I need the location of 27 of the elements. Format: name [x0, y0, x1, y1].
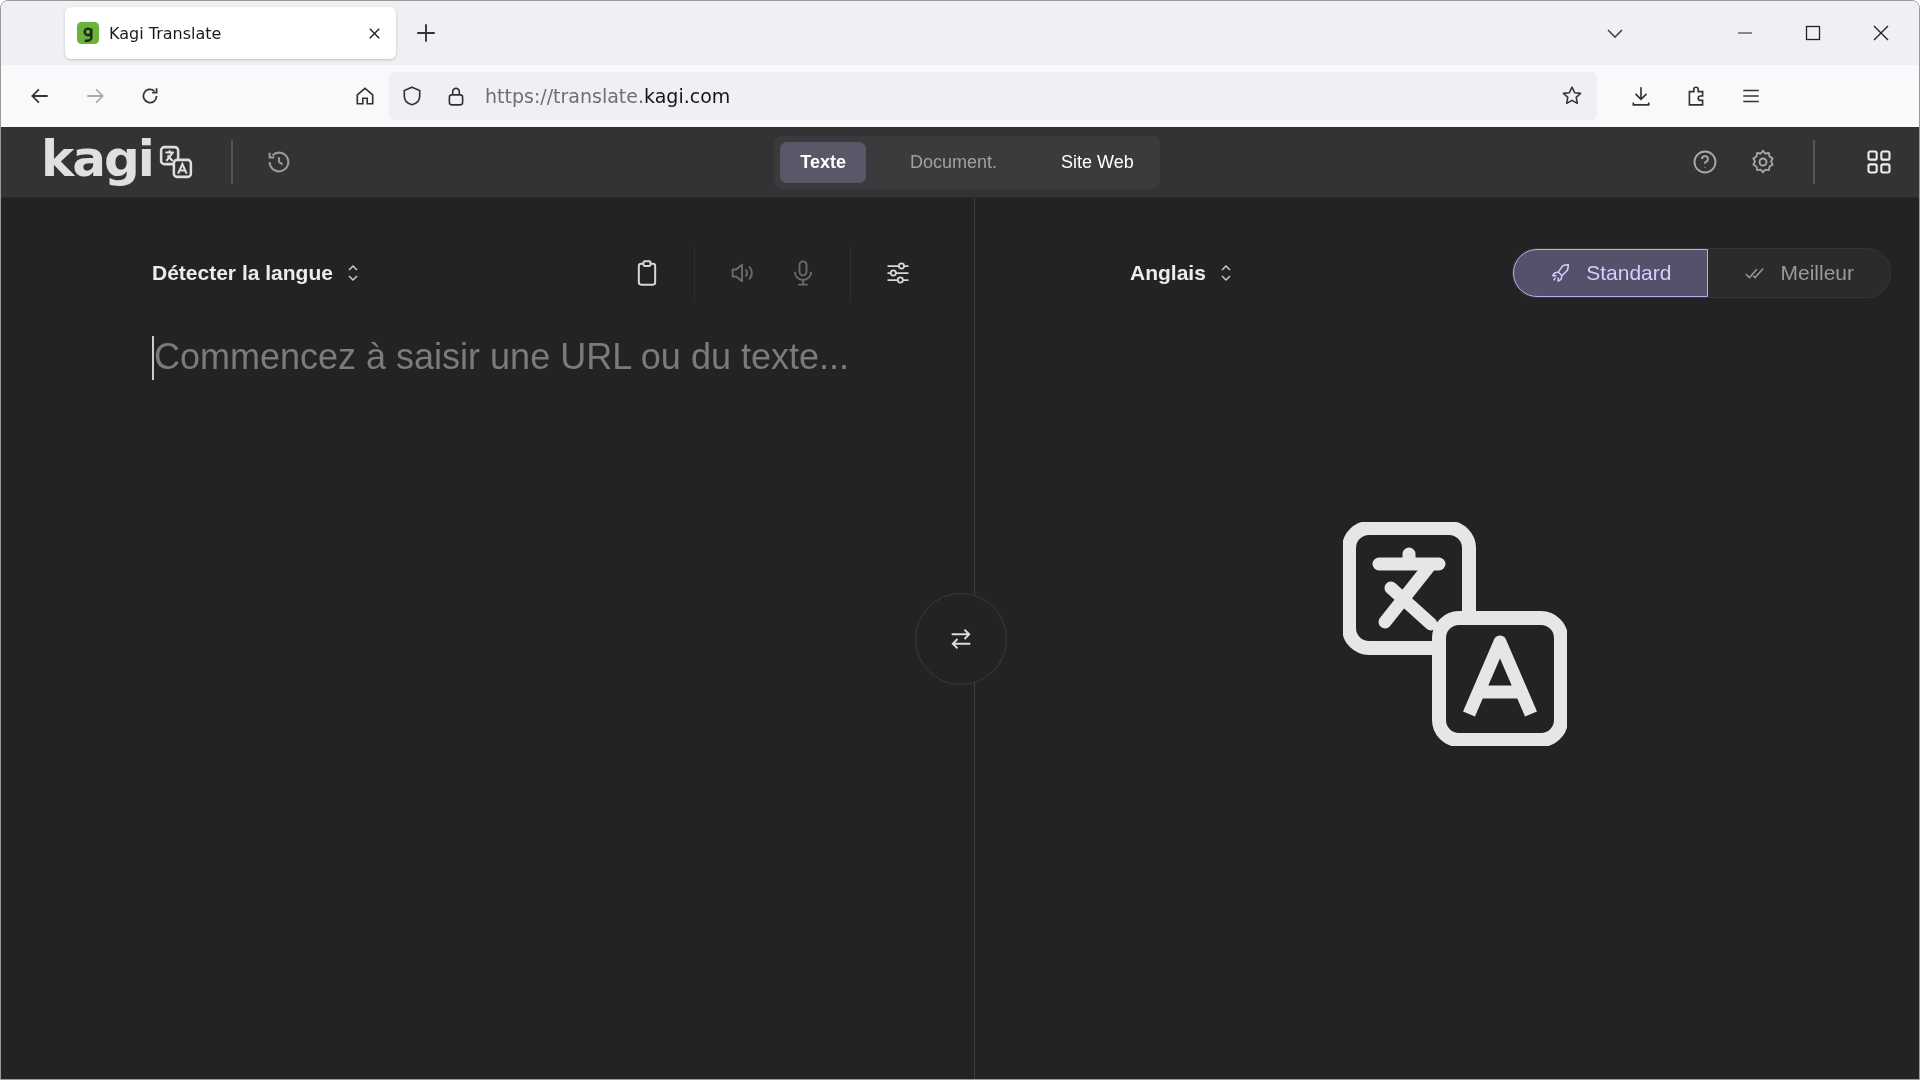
- help-icon[interactable]: [1691, 148, 1719, 176]
- close-icon[interactable]: [1871, 23, 1891, 43]
- star-icon[interactable]: [1561, 85, 1583, 107]
- source-text-field[interactable]: Commencez à saisir une URL ou du texte...: [152, 336, 914, 380]
- up-down-chevron-icon: [1219, 262, 1232, 284]
- new-tab-icon[interactable]: [416, 23, 436, 43]
- url-text: https://translate.kagi.com: [485, 85, 731, 107]
- mode-tab[interactable]: Site Web: [1041, 141, 1154, 183]
- mode-tab[interactable]: Document.: [869, 141, 1037, 183]
- browser-tab[interactable]: Kagi Translate: [65, 7, 396, 59]
- mode-tab[interactable]: Texte: [780, 141, 866, 183]
- language-selector[interactable]: Anglais: [1130, 261, 1232, 285]
- shield-icon[interactable]: [401, 85, 423, 107]
- address-bar[interactable]: https://translate.kagi.com: [389, 72, 1597, 120]
- translate-icon: [1343, 522, 1567, 746]
- translate-icon: [158, 145, 193, 179]
- download-icon[interactable]: [1630, 85, 1652, 107]
- logo-text[interactable]: kagi: [41, 134, 153, 184]
- quality-option[interactable]: Standard: [1513, 249, 1709, 297]
- quality-option[interactable]: Meilleur: [1708, 249, 1890, 297]
- language-selector[interactable]: Détecter la langue: [152, 261, 359, 285]
- home-icon[interactable]: [354, 85, 376, 107]
- tab-title: Kagi Translate: [109, 23, 223, 43]
- up-down-chevron-icon: [346, 262, 359, 284]
- favicon-icon: [77, 22, 99, 44]
- grid-icon[interactable]: [1865, 148, 1893, 176]
- maximize-icon[interactable]: [1803, 23, 1823, 43]
